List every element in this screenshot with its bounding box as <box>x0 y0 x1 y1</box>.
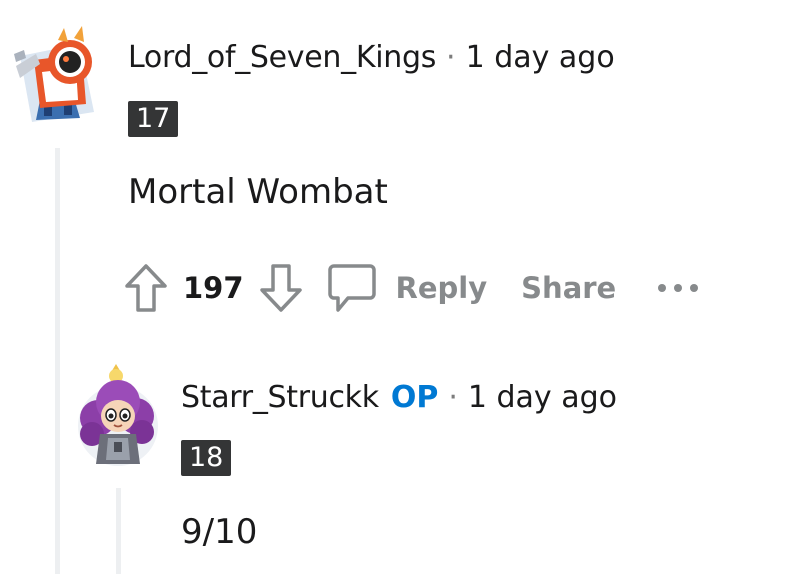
meta-separator: · <box>448 380 458 415</box>
username[interactable]: Lord_of_Seven_Kings <box>128 40 436 75</box>
comment-thread: Lord_of_Seven_Kings · 1 day ago 17 Morta… <box>0 0 800 574</box>
vote-score: 197 <box>183 271 244 305</box>
reply-button[interactable]: Reply <box>396 271 488 305</box>
username[interactable]: Starr_Struckk <box>181 380 379 415</box>
more-options-button[interactable] <box>654 278 702 298</box>
timestamp[interactable]: 1 day ago <box>468 380 617 415</box>
comment-actions: 197 Reply Share <box>123 258 702 318</box>
comment-meta: Lord_of_Seven_Kings · 1 day ago <box>128 40 615 75</box>
comment-body: Mortal Wombat <box>128 172 388 212</box>
speech-bubble-icon <box>327 264 376 312</box>
upvote-button[interactable] <box>123 262 169 314</box>
user-avatar[interactable] <box>10 14 100 126</box>
thread-collapse-line[interactable] <box>116 488 121 574</box>
op-badge: OP <box>390 380 439 415</box>
timestamp[interactable]: 1 day ago <box>466 40 615 75</box>
robot-avatar-icon <box>14 26 94 122</box>
share-button[interactable]: Share <box>521 271 616 305</box>
comment-reply-icon-button[interactable] <box>326 260 378 316</box>
comment-meta: Starr_Struckk OP · 1 day ago <box>181 380 617 415</box>
upvote-arrow-icon <box>125 264 167 312</box>
user-flair: 17 <box>128 101 179 137</box>
ellipsis-icon <box>658 284 699 292</box>
comment-body: 9/10 <box>181 512 258 552</box>
meta-separator: · <box>446 40 456 75</box>
user-flair: 18 <box>181 440 232 476</box>
thread-collapse-line[interactable] <box>55 148 60 574</box>
user-avatar[interactable] <box>74 360 164 470</box>
downvote-button[interactable] <box>258 262 304 314</box>
purple-hair-avatar-icon <box>78 364 158 466</box>
downvote-arrow-icon <box>259 264 302 312</box>
